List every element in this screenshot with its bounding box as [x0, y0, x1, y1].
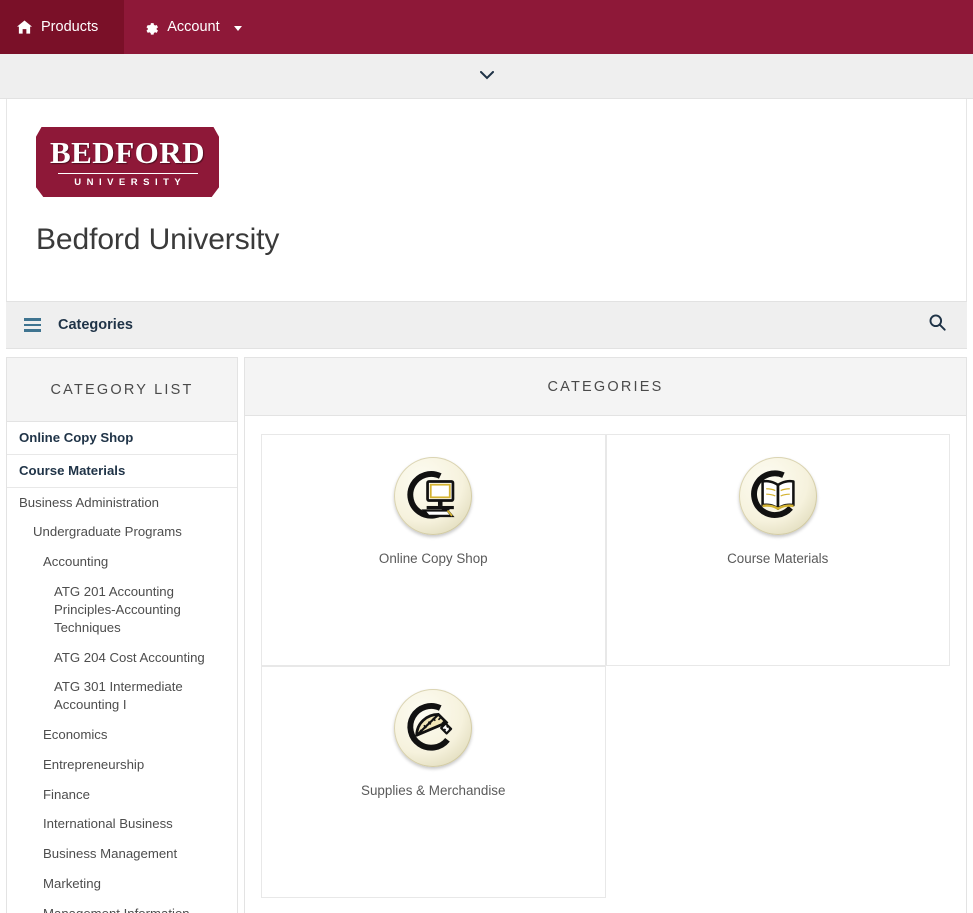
sidebar-item-accounting[interactable]: Accounting [7, 547, 237, 577]
sidebar-item-international-business[interactable]: International Business [7, 809, 237, 839]
category-tile-course-materials[interactable]: Course Materials [605, 434, 950, 666]
sidebar-item-economics[interactable]: Economics [7, 720, 237, 750]
sidebar-item-atg-204[interactable]: ATG 204 Cost Accounting [7, 643, 237, 673]
sidebar-item-marketing[interactable]: Marketing [7, 869, 237, 899]
category-tile-empty-slot [605, 666, 950, 898]
sidebar-item-business-management[interactable]: Business Management [7, 839, 237, 869]
topbar-item-products[interactable]: Products [0, 0, 125, 54]
category-tile-label: Course Materials [727, 551, 829, 566]
categories-menu-label: Categories [58, 317, 133, 333]
page-title: Bedford University [36, 223, 280, 256]
chevron-down-icon [479, 67, 494, 85]
chevron-down-icon [233, 26, 242, 31]
admin-topbar: Products Account [0, 0, 973, 54]
site-header: BEDFORD UNIVERSITY Bedford University [6, 99, 967, 301]
hamburger-icon [24, 318, 41, 332]
search-icon [928, 313, 947, 337]
gear-icon [143, 20, 159, 35]
home-icon [17, 20, 32, 35]
sidebar-item-course-materials[interactable]: Course Materials [7, 455, 237, 488]
sidebar-item-finance[interactable]: Finance [7, 780, 237, 810]
category-tile-label: Online Copy Shop [378, 551, 488, 566]
university-logo[interactable]: BEDFORD UNIVERSITY [36, 127, 219, 197]
sidebar-item-business-administration[interactable]: Business Administration [7, 488, 237, 518]
search-button[interactable] [922, 309, 953, 341]
categories-menu-button[interactable]: Categories [24, 317, 133, 333]
computer-monitor-icon [394, 457, 473, 535]
categories-heading: CATEGORIES [245, 358, 966, 416]
sidebar-item-entrepreneurship[interactable]: Entrepreneurship [7, 750, 237, 780]
topbar-label-account: Account [167, 19, 220, 35]
open-book-icon [738, 457, 817, 535]
sidebar-item-atg-201[interactable]: ATG 201 Accounting Principles-Accounting… [7, 577, 237, 642]
category-tile-online-copy-shop[interactable]: Online Copy Shop [261, 434, 606, 666]
category-list-panel: CATEGORY LIST Online Copy Shop Course Ma… [6, 357, 238, 913]
category-list-heading: CATEGORY LIST [7, 358, 237, 422]
category-list: Online Copy Shop Course Materials Busine… [7, 422, 237, 913]
sidebar-item-atg-301[interactable]: ATG 301 Intermediate Accounting I [7, 672, 237, 720]
category-tile-supplies-merchandise[interactable]: Supplies & Merchandise [261, 666, 606, 898]
topbar-item-account[interactable]: Account [124, 0, 260, 54]
category-tile-grid: Online Copy Shop Course Materials Suppli… [245, 416, 966, 913]
sidebar-item-online-copy-shop[interactable]: Online Copy Shop [7, 422, 237, 455]
main-content: CATEGORY LIST Online Copy Shop Course Ma… [6, 357, 967, 913]
collapse-toggle-strip[interactable] [0, 54, 973, 99]
sidebar-item-management-information-systems[interactable]: Management Information Systems [7, 899, 237, 913]
categories-panel: CATEGORIES Online Copy Shop Course Mater… [244, 357, 967, 913]
logo-divider [57, 172, 198, 174]
logo-sub-text: UNIVERSITY [74, 177, 187, 188]
category-tile-label: Supplies & Merchandise [361, 783, 506, 798]
topbar-label-products: Products [41, 19, 99, 35]
logo-main-text: BEDFORD [49, 134, 206, 170]
protractor-ruler-icon [394, 689, 473, 767]
categories-navbar: Categories [6, 301, 967, 349]
sidebar-item-undergraduate-programs[interactable]: Undergraduate Programs [7, 517, 237, 547]
